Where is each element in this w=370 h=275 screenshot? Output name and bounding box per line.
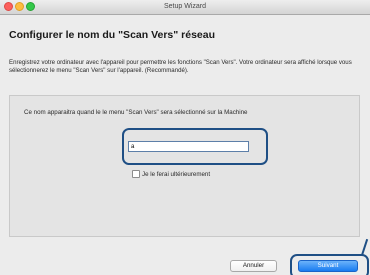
computer-name-panel: Ce nom apparaitra quand le le menu "Scan… (9, 95, 360, 237)
window-title: Setup Wizard (163, 3, 207, 10)
cancel-button[interactable]: Annuler (230, 260, 277, 272)
input-highlight-callout (122, 128, 268, 165)
next-button-highlight-callout (290, 254, 369, 275)
do-it-later-checkbox[interactable] (132, 170, 140, 178)
setup-wizard-window: Setup Wizard Configurer le nom du "Scan … (0, 0, 370, 275)
callout-pointer-line (361, 238, 369, 256)
title-bar: Setup Wizard (0, 0, 370, 15)
page-description: Enregistrez votre ordinateur avec l'appa… (9, 59, 352, 75)
do-it-later-label: Je le ferai ultérieurement (142, 170, 211, 178)
name-prompt-label: Ce nom apparaitra quand le le menu "Scan… (24, 109, 248, 116)
page-title: Configurer le nom du "Scan Vers" réseau (9, 29, 216, 41)
do-it-later-option[interactable]: Je le ferai ultérieurement (132, 170, 210, 178)
